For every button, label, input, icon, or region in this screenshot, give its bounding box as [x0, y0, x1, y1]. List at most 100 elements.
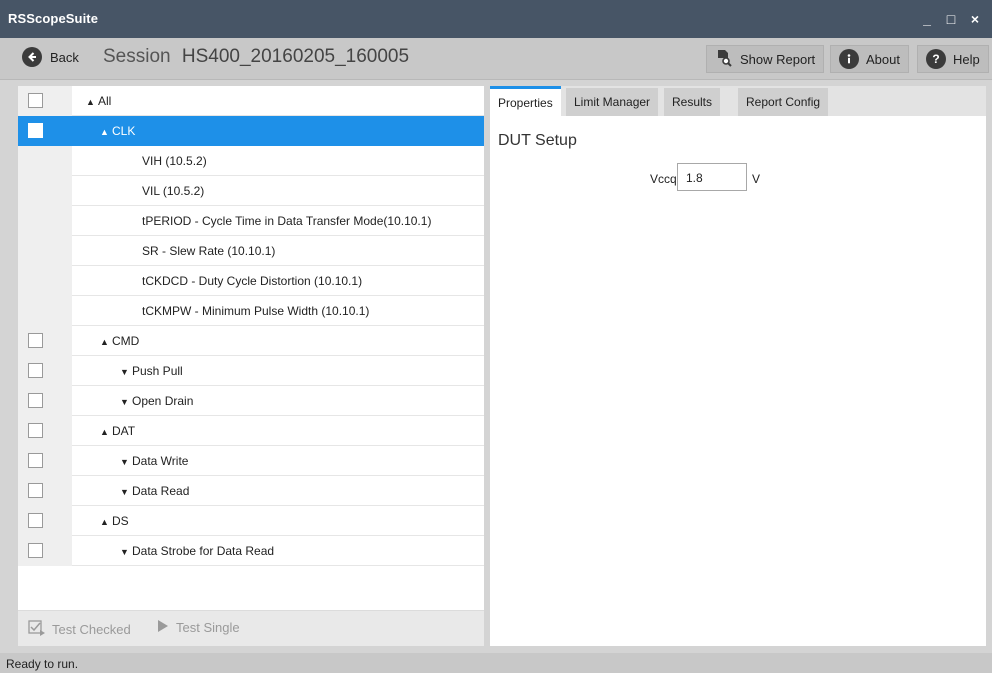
tree-row[interactable]: ▲ DAT [18, 416, 484, 446]
title-bar: RSScopeSuite _ □ × [0, 0, 992, 38]
tree-row[interactable]: tCKMPW - Minimum Pulse Width (10.10.1) [18, 296, 484, 326]
tree-row-gutter [18, 86, 72, 116]
about-button[interactable]: About [830, 45, 909, 73]
status-text: Ready to run. [6, 657, 79, 671]
tree-row-label: Data Read [132, 484, 190, 498]
expand-arrow-icon[interactable]: ▼ [120, 457, 132, 467]
minimize-button[interactable]: _ [916, 8, 938, 30]
tree-row[interactable]: ▲ CMD [18, 326, 484, 356]
help-label: Help [953, 51, 980, 67]
tree-row-gutter [18, 176, 72, 206]
collapse-arrow-icon[interactable]: ▲ [100, 337, 112, 347]
tree-row-checkbox[interactable] [28, 513, 43, 528]
expand-arrow-icon[interactable]: ▼ [120, 397, 132, 407]
about-label: About [866, 51, 900, 67]
tab-limit-manager[interactable]: Limit Manager [566, 88, 659, 116]
tree-row[interactable]: ▲ All [18, 86, 484, 116]
tree-row[interactable]: ▲ DS [18, 506, 484, 536]
tree-row-label: CMD [112, 334, 140, 348]
tree-row-label: Push Pull [132, 364, 183, 378]
report-magnify-icon [715, 49, 733, 70]
tree-row-content: VIH (10.5.2) [142, 154, 207, 168]
tree-row-checkbox[interactable] [28, 363, 43, 378]
tree-row-content: ▼ Data Read [120, 484, 189, 498]
test-actions-bar: Test Checked Test Single [18, 610, 484, 646]
dut-setup-heading: DUT Setup [498, 132, 577, 149]
tree-row[interactable]: ▼ Push Pull [18, 356, 484, 386]
back-arrow-icon [22, 47, 42, 67]
tree-row-label: VIH (10.5.2) [142, 154, 207, 168]
expand-arrow-icon[interactable]: ▼ [120, 547, 132, 557]
tab-properties[interactable]: Properties [490, 86, 561, 116]
back-label: Back [50, 49, 79, 65]
tree-row-content: ▲ All [86, 94, 111, 108]
tree-row-label: tCKDCD - Duty Cycle Distortion (10.10.1) [142, 274, 363, 288]
tree-row[interactable]: tCKDCD - Duty Cycle Distortion (10.10.1) [18, 266, 484, 296]
collapse-arrow-icon[interactable]: ▲ [100, 127, 112, 137]
tree-row[interactable]: ▼ Open Drain [18, 386, 484, 416]
tree-row-label: VIL (10.5.2) [142, 184, 205, 198]
test-single-button[interactable]: Test Single [156, 619, 240, 636]
session-name: HS400_20160205_160005 [181, 46, 410, 67]
tree-row[interactable]: ▼ Data Strobe for Data Read [18, 536, 484, 566]
tree-row-content: tPERIOD - Cycle Time in Data Transfer Mo… [142, 214, 431, 228]
vccq-unit: V [752, 172, 761, 186]
tree-row[interactable]: ▼ Data Write [18, 446, 484, 476]
test-single-label: Test Single [176, 620, 240, 635]
maximize-button[interactable]: □ [940, 8, 962, 30]
tab-bar: Properties Limit Manager Results Report … [490, 86, 986, 116]
tree-row-checkbox[interactable] [28, 393, 43, 408]
show-report-label: Show Report [740, 51, 816, 67]
tree-row-content: ▲ CMD [100, 334, 139, 348]
tree-row-label: Open Drain [132, 394, 194, 408]
expand-arrow-icon[interactable]: ▼ [120, 487, 132, 497]
tree-row[interactable]: VIL (10.5.2) [18, 176, 484, 206]
help-button[interactable]: ? Help [917, 45, 989, 73]
tree-row-content: ▼ Data Write [120, 454, 188, 468]
tree-row[interactable]: VIH (10.5.2) [18, 146, 484, 176]
tree-row-label: All [98, 94, 112, 108]
tab-report-config[interactable]: Report Config [738, 88, 829, 116]
tab-results[interactable]: Results [664, 88, 721, 116]
expand-arrow-icon[interactable]: ▼ [120, 367, 132, 377]
tree-row-label: CLK [112, 124, 136, 138]
tree-row[interactable]: ▲ CLK [18, 116, 484, 146]
tree-row-checkbox[interactable] [28, 93, 43, 108]
collapse-arrow-icon[interactable]: ▲ [100, 517, 112, 527]
tree-row-gutter [18, 356, 72, 386]
checked-run-icon [28, 619, 46, 640]
tree-row-gutter [18, 206, 72, 236]
tree-row-gutter [18, 416, 72, 446]
tree-row[interactable]: tPERIOD - Cycle Time in Data Transfer Mo… [18, 206, 484, 236]
show-report-button[interactable]: Show Report [706, 45, 825, 73]
app-title: RSScopeSuite [8, 11, 99, 26]
collapse-arrow-icon[interactable]: ▲ [86, 97, 98, 107]
tree-row-label: Data Strobe for Data Read [132, 544, 275, 558]
tree-row[interactable]: SR - Slew Rate (10.10.1) [18, 236, 484, 266]
tree-row-checkbox[interactable] [28, 423, 43, 438]
vccq-input[interactable]: 1.8 [677, 163, 747, 191]
tree-row-checkbox[interactable] [28, 483, 43, 498]
tree-row-gutter [18, 116, 72, 146]
tree-row-label: tCKMPW - Minimum Pulse Width (10.10.1) [142, 304, 370, 318]
tree-row[interactable]: ▼ Data Read [18, 476, 484, 506]
tree-row-checkbox[interactable] [28, 123, 43, 138]
test-checked-button[interactable]: Test Checked [28, 619, 131, 640]
tree-row-checkbox[interactable] [28, 453, 43, 468]
tree-row-content: ▼ Data Strobe for Data Read [120, 544, 274, 558]
tree-row-content: tCKDCD - Duty Cycle Distortion (10.10.1) [142, 274, 362, 288]
tree-row-content: tCKMPW - Minimum Pulse Width (10.10.1) [142, 304, 369, 318]
close-button[interactable]: × [964, 8, 986, 30]
back-button[interactable]: Back [22, 47, 79, 67]
collapse-arrow-icon[interactable]: ▲ [100, 427, 112, 437]
test-tree-panel: ▲ All ▲ CLK VIH (10.5.2) VIL (10.5.2) tPERIOD … [18, 86, 484, 646]
tree-row-checkbox[interactable] [28, 333, 43, 348]
session-header: Session HS400_20160205_160005 [103, 46, 409, 68]
session-label: Session [103, 46, 171, 67]
tree-row-gutter [18, 386, 72, 416]
toolbar: Back Session HS400_20160205_160005 Show … [0, 38, 992, 80]
tree-row-checkbox[interactable] [28, 543, 43, 558]
tree-row-gutter [18, 236, 72, 266]
tree-row-label: DAT [112, 424, 136, 438]
status-bar: Ready to run. [0, 653, 992, 673]
